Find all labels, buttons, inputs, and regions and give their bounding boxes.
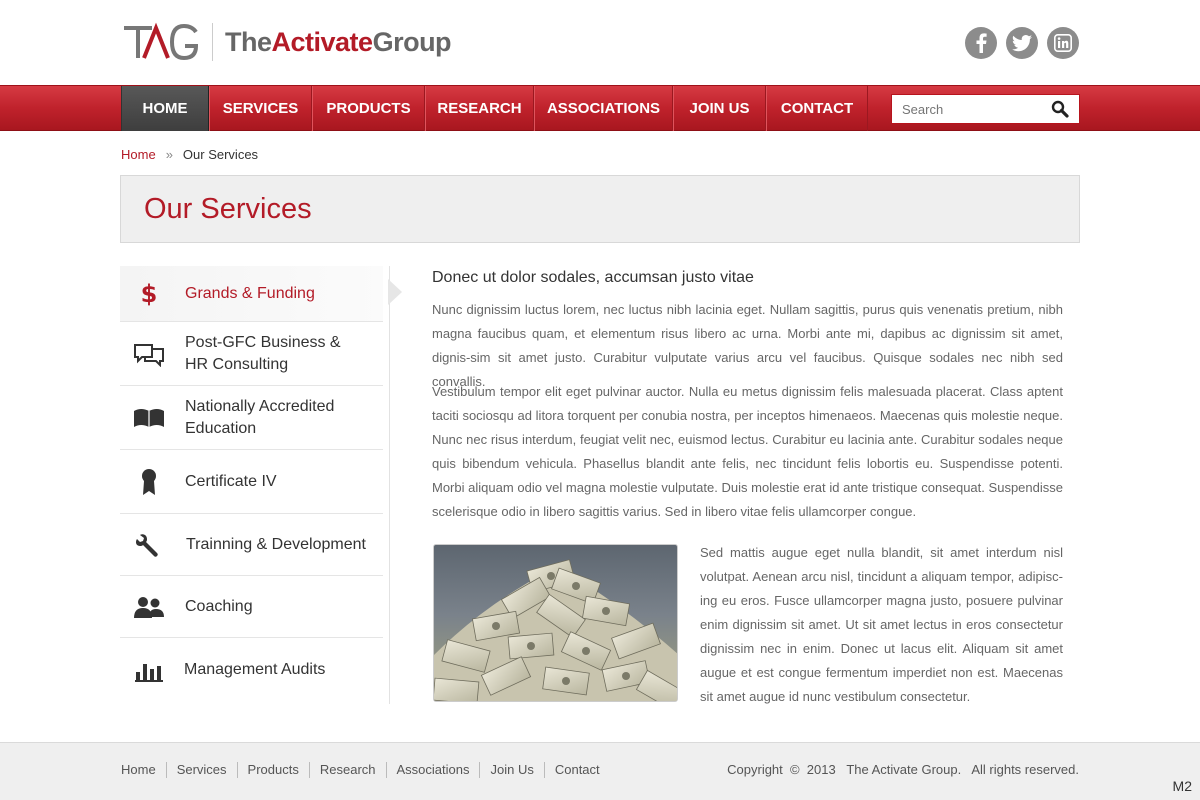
social-links [965, 27, 1079, 59]
linkedin-icon[interactable] [1047, 27, 1079, 59]
sidebar-item-label-line1: Post-GFC Business & [185, 334, 341, 351]
twitter-icon[interactable] [1006, 27, 1038, 59]
footer-link-contact[interactable]: Contact [543, 762, 610, 778]
breadcrumb-home-link[interactable]: Home [121, 147, 156, 162]
footer-link-home[interactable]: Home [121, 762, 166, 778]
logo-text-prefix: The [225, 26, 272, 57]
sidebar-item-label-line2: HR Consulting [185, 356, 289, 373]
sidebar-item-label: Management Audits [184, 661, 326, 678]
site-footer: Home Services Products Research Associat… [0, 742, 1200, 800]
search-box [891, 94, 1080, 124]
sidebar-item-training-development[interactable]: Trainning & Development [120, 514, 383, 576]
nav-item-contact[interactable]: CONTACT [766, 86, 868, 131]
sidebar-item-label: Trainning & Development [186, 536, 366, 553]
content-paragraph-2: Vestibulum tempor elit eget pulvinar auc… [432, 384, 1063, 519]
sidebar-item-management-audits[interactable]: Management Audits [120, 638, 383, 704]
nav-item-join-us[interactable]: JOIN US [673, 86, 766, 131]
footer-links: Home Services Products Research Associat… [121, 762, 610, 778]
page-title-box: Our Services [120, 175, 1080, 243]
sidebar-item-grants-funding[interactable]: $ Grands & Funding [120, 266, 402, 322]
site-logo[interactable]: TheActivateGroup [122, 22, 452, 62]
nav-item-services[interactable]: SERVICES [209, 86, 312, 131]
logo-text-accent: Activate [271, 26, 374, 57]
sidebar-item-label: Post-GFC Business & HR Consulting [185, 332, 341, 376]
page-title: Our Services [144, 193, 312, 225]
award-ribbon-icon [132, 467, 166, 497]
sidebar-item-label: Certificate IV [185, 473, 277, 490]
footer-link-join-us[interactable]: Join Us [479, 762, 543, 778]
content-heading: Donec ut dolor sodales, accumsan justo v… [432, 269, 754, 286]
sidebar-item-label: Grands & Funding [185, 285, 315, 302]
content-paragraph-3: Sed mattis augue eget nulla blandit, sit… [700, 545, 1063, 704]
nav-item-associations[interactable]: ASSOCIATIONS [534, 86, 673, 131]
open-book-icon [132, 403, 166, 433]
nav-item-home[interactable]: HOME [121, 86, 209, 131]
sidebar-item-hr-consulting[interactable]: Post-GFC Business & HR Consulting [120, 322, 383, 386]
sidebar-item-label-line2: Education [185, 420, 257, 437]
footer-link-services[interactable]: Services [165, 762, 237, 778]
sidebar-item-label: Nationally Accredited Education [185, 396, 334, 440]
logo-divider [212, 23, 213, 61]
site-header: TheActivateGroup [0, 0, 1200, 85]
logo-text-suffix: Group [372, 26, 452, 57]
search-input[interactable] [892, 95, 1042, 123]
facebook-icon[interactable] [965, 27, 997, 59]
dollar-icon: $ [140, 280, 158, 308]
services-sidebar: $ Grands & Funding Post-GFC Business & H… [120, 266, 402, 704]
logo-wordmark: TheActivateGroup [225, 26, 452, 58]
users-icon [132, 592, 166, 622]
copyright-text: Copyright © 2013 The Activate Group. All… [727, 762, 1079, 777]
breadcrumb: Home » Our Services [121, 147, 258, 162]
sidebar-item-certificate-iv[interactable]: Certificate IV [120, 450, 383, 514]
footer-link-research[interactable]: Research [308, 762, 386, 778]
sidebar-item-label: Coaching [185, 598, 253, 615]
main-navigation: HOME SERVICES PRODUCTS RESEARCH ASSOCIAT… [0, 85, 1200, 131]
nav-menu: HOME SERVICES PRODUCTS RESEARCH ASSOCIAT… [121, 86, 868, 131]
sidebar-item-label-line1: Nationally Accredited [185, 398, 335, 415]
footer-link-associations[interactable]: Associations [385, 762, 480, 778]
bar-chart-icon [132, 656, 166, 686]
main-content: Donec ut dolor sodales, accumsan justo v… [432, 266, 1064, 287]
pile-of-dollar-bills-image [433, 544, 678, 702]
tag-logo-mark [124, 22, 199, 61]
breadcrumb-separator: » [165, 147, 173, 162]
nav-item-research[interactable]: RESEARCH [425, 86, 534, 131]
breadcrumb-current: Our Services [182, 147, 259, 162]
search-icon[interactable] [1051, 100, 1069, 118]
chat-bubbles-icon [132, 339, 166, 369]
page-version-tag: M2 [1172, 778, 1192, 794]
active-indicator-arrow [388, 279, 402, 305]
nav-item-products[interactable]: PRODUCTS [312, 86, 425, 131]
footer-link-products[interactable]: Products [236, 762, 309, 778]
wrench-icon [132, 530, 166, 560]
money-illustration [434, 559, 677, 701]
sidebar-item-accredited-education[interactable]: Nationally Accredited Education [120, 386, 383, 450]
sidebar-item-coaching[interactable]: Coaching [120, 576, 383, 638]
